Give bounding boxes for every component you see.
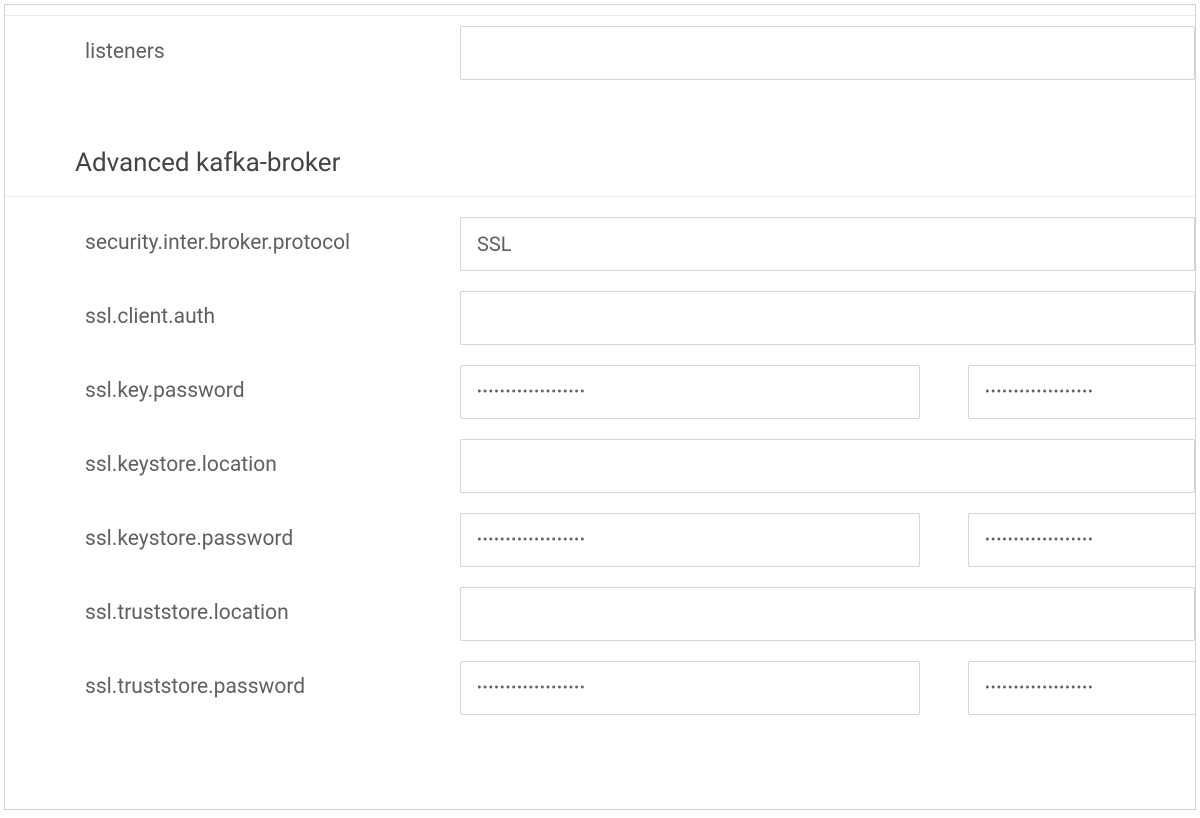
label-ssl-keystore-password: ssl.keystore.password xyxy=(5,526,460,553)
row-ssl-client-auth: ssl.client.auth xyxy=(5,281,1195,355)
input-col-ssl-keystore-password xyxy=(460,513,1196,567)
advanced-rows: security.inter.broker.protocol ssl.clien… xyxy=(5,197,1195,725)
row-ssl-truststore-password: ssl.truststore.password xyxy=(5,651,1195,725)
input-col-ssl-client-auth xyxy=(460,291,1195,345)
input-col-ssl-truststore-password xyxy=(460,661,1196,715)
input-ssl-truststore-password[interactable] xyxy=(460,661,920,715)
label-ssl-keystore-location: ssl.keystore.location xyxy=(5,452,460,479)
input-ssl-truststore-location[interactable] xyxy=(460,587,1195,641)
input-security-inter-broker-protocol[interactable] xyxy=(460,217,1195,271)
label-ssl-client-auth: ssl.client.auth xyxy=(5,304,460,331)
input-col-ssl-keystore-location xyxy=(460,439,1195,493)
row-security-inter-broker-protocol: security.inter.broker.protocol xyxy=(5,207,1195,281)
label-ssl-key-password: ssl.key.password xyxy=(5,378,460,405)
input-ssl-keystore-password-confirm[interactable] xyxy=(968,513,1196,567)
input-ssl-keystore-location[interactable] xyxy=(460,439,1195,493)
label-security-inter-broker-protocol: security.inter.broker.protocol xyxy=(5,230,460,257)
row-ssl-keystore-password: ssl.keystore.password xyxy=(5,503,1195,577)
label-ssl-truststore-location: ssl.truststore.location xyxy=(5,600,460,627)
config-panel: listeners Advanced kafka-broker security… xyxy=(4,4,1196,810)
input-ssl-key-password[interactable] xyxy=(460,365,920,419)
section-header-wrap: Advanced kafka-broker xyxy=(5,90,1195,197)
input-col-sibp xyxy=(460,217,1195,271)
input-ssl-key-password-confirm[interactable] xyxy=(968,365,1196,419)
row-ssl-keystore-location: ssl.keystore.location xyxy=(5,429,1195,503)
input-listeners[interactable] xyxy=(460,26,1195,80)
row-ssl-key-password: ssl.key.password xyxy=(5,355,1195,429)
input-ssl-keystore-password[interactable] xyxy=(460,513,920,567)
input-col-ssl-truststore-location xyxy=(460,587,1195,641)
input-ssl-client-auth[interactable] xyxy=(460,291,1195,345)
label-ssl-truststore-password: ssl.truststore.password xyxy=(5,674,460,701)
config-content: listeners Advanced kafka-broker security… xyxy=(5,5,1195,725)
input-col-ssl-key-password xyxy=(460,365,1196,419)
row-listeners: listeners xyxy=(5,16,1195,90)
row-ssl-truststore-location: ssl.truststore.location xyxy=(5,577,1195,651)
label-listeners: listeners xyxy=(5,39,460,66)
input-col-listeners xyxy=(460,26,1195,80)
input-ssl-truststore-password-confirm[interactable] xyxy=(968,661,1196,715)
section-title-advanced-kafka-broker: Advanced kafka-broker xyxy=(5,130,1195,178)
